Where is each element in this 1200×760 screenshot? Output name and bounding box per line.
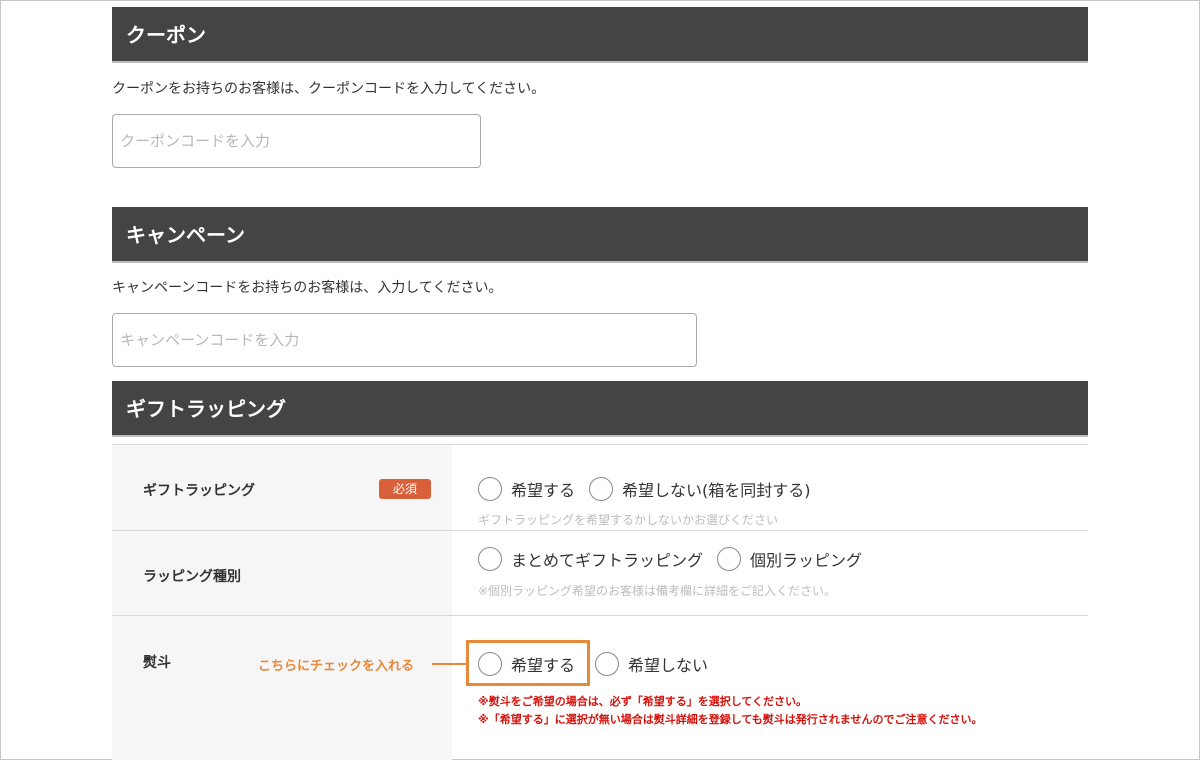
radio-circle-icon[interactable] xyxy=(478,547,502,571)
campaign-code-input[interactable] xyxy=(112,313,697,367)
radio-circle-icon[interactable] xyxy=(478,477,502,501)
coupon-description: クーポンをお持ちのお客様は、クーポンコードを入力してください。 xyxy=(112,81,546,97)
radio-gift-wrapping-no[interactable]: 希望しない(箱を同封する) xyxy=(589,477,811,501)
wrapping-type-hint: ※個別ラッピング希望のお客様は備考欄に詳細をご記入ください。 xyxy=(478,584,837,598)
gift-wrapping-label-cell: ギフトラッピング 必須 xyxy=(112,445,452,530)
noshi-label-cell: 熨斗 xyxy=(112,616,452,760)
annotation-callout-text: こちらにチェックを入れる xyxy=(258,659,415,674)
gift-wrapping-table: ギフトラッピング 必須 希望する 希望しない(箱を同封する) ギフトラッピングを… xyxy=(112,444,1088,760)
noshi-warning-1: ※熨斗をご希望の場合は、必ず「希望する」を選択してください。 xyxy=(478,695,808,708)
radio-gift-wrapping-yes[interactable]: 希望する xyxy=(478,477,575,501)
wrapping-type-radio-group: まとめてギフトラッピング 個別ラッピング xyxy=(478,547,876,571)
radio-noshi-no[interactable]: 希望しない xyxy=(595,652,708,676)
radio-wrapping-together[interactable]: まとめてギフトラッピング xyxy=(478,547,703,571)
coupon-section-header: クーポン xyxy=(112,7,1088,63)
coupon-code-input[interactable] xyxy=(112,114,481,168)
radio-label: 希望する xyxy=(511,481,576,500)
noshi-row: 熨斗 希望する 希望しない ※熨斗をご希望の場合は、必ず「希望する」を選択してく… xyxy=(112,616,1088,760)
radio-circle-icon[interactable] xyxy=(595,652,620,676)
gift-wrapping-row: ギフトラッピング 必須 希望する 希望しない(箱を同封する) ギフトラッピングを… xyxy=(112,445,1088,530)
gift-wrapping-section-header: ギフトラッピング xyxy=(112,381,1088,437)
noshi-label: 熨斗 xyxy=(143,655,171,671)
radio-label: 希望しない xyxy=(628,656,709,675)
radio-circle-icon[interactable] xyxy=(589,477,614,501)
campaign-section-header: キャンペーン xyxy=(112,207,1088,263)
required-badge: 必須 xyxy=(379,479,431,499)
noshi-warning-2: ※「希望する」に選択が無い場合は熨斗詳細を登録しても熨斗は発行されませんのでご注… xyxy=(478,713,983,726)
gift-wrapping-radio-group: 希望する 希望しない(箱を同封する) xyxy=(478,477,825,501)
radio-circle-icon[interactable] xyxy=(717,547,742,571)
wrapping-type-label: ラッピング種別 xyxy=(143,569,241,585)
radio-label: まとめてギフトラッピング xyxy=(511,551,704,570)
wrapping-type-label-cell: ラッピング種別 xyxy=(112,531,452,615)
annotation-callout-line xyxy=(432,663,466,665)
annotation-highlight-box xyxy=(466,640,590,686)
gift-wrapping-hint: ギフトラッピングを希望するかしないかお選びください xyxy=(478,513,779,527)
radio-label: 個別ラッピング xyxy=(750,551,863,570)
radio-label: 希望しない(箱を同封する) xyxy=(622,481,811,500)
wrapping-type-row: ラッピング種別 まとめてギフトラッピング 個別ラッピング ※個別ラッピング希望の… xyxy=(112,531,1088,615)
gift-wrapping-label: ギフトラッピング xyxy=(143,483,255,499)
campaign-description: キャンペーンコードをお持ちのお客様は、入力してください。 xyxy=(112,280,503,296)
radio-wrapping-individual[interactable]: 個別ラッピング xyxy=(717,547,862,571)
